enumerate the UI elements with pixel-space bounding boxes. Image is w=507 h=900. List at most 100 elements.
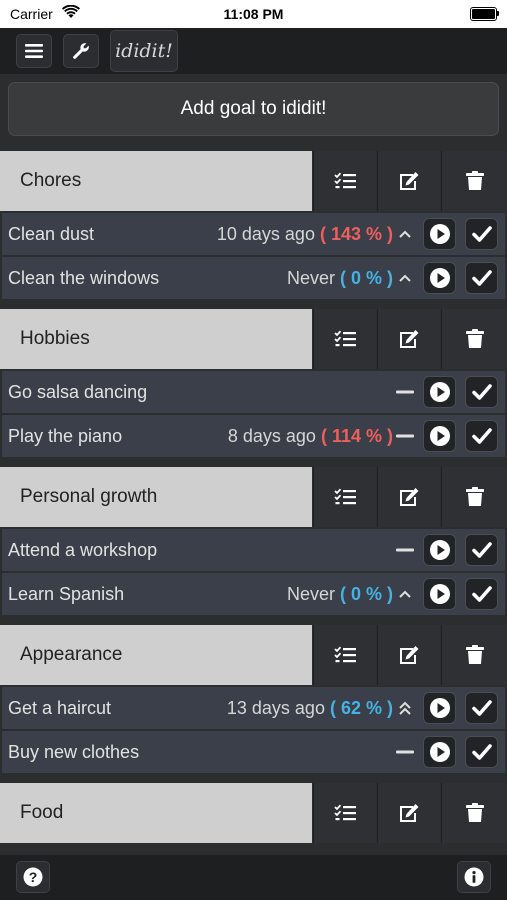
goal-done-button[interactable] [465, 420, 498, 452]
category-header: Food [0, 783, 507, 843]
category-goal-list-button[interactable] [313, 151, 376, 211]
svg-text:?: ? [29, 869, 38, 885]
info-button[interactable] [457, 861, 491, 893]
status-bar: Carrier 11:08 PM [0, 0, 507, 28]
help-button[interactable]: ? [16, 861, 50, 893]
edit-icon [398, 329, 420, 349]
category-delete-button[interactable] [441, 151, 507, 211]
goal-done-button[interactable] [465, 692, 498, 724]
category-title[interactable]: Chores [0, 151, 312, 211]
goal-row[interactable]: Learn Spanish Never ( 0 % ) [2, 573, 505, 615]
goal-last-done: 8 days ago [227, 426, 316, 446]
category-goal-list-button[interactable] [313, 309, 376, 369]
checklist-icon [334, 172, 356, 190]
trend-up-icon [392, 213, 418, 255]
goal-done-button[interactable] [465, 534, 498, 566]
goal-row[interactable]: Clean dust 10 days ago ( 143 % ) [2, 213, 505, 255]
start-goal-button[interactable] [423, 578, 456, 610]
checklist-icon [334, 330, 356, 348]
goal-last-done: Never [286, 268, 335, 288]
info-icon [464, 867, 484, 887]
trash-icon [465, 645, 484, 665]
goal-percent: ( 114 % ) [320, 426, 393, 446]
start-goal-button[interactable] [423, 262, 456, 294]
category-edit-button[interactable] [377, 783, 440, 843]
category-title[interactable]: Hobbies [0, 309, 312, 369]
goal-name: Go salsa dancing [8, 382, 148, 402]
goal-name: Clean the windows [8, 268, 160, 288]
wrench-icon [72, 42, 90, 60]
trash-icon [465, 803, 484, 823]
check-icon [471, 700, 492, 716]
menu-button[interactable] [16, 34, 52, 68]
start-goal-button[interactable] [423, 692, 456, 724]
category-title[interactable]: Personal growth [0, 467, 312, 527]
checklist-icon [334, 646, 356, 664]
goal-row[interactable]: Attend a workshop [2, 529, 505, 571]
start-goal-button[interactable] [423, 420, 456, 452]
top-toolbar: ididit! [0, 28, 507, 74]
help-icon: ? [23, 867, 43, 887]
category-goal-list-button[interactable] [313, 783, 376, 843]
play-icon [429, 741, 451, 763]
category-title[interactable]: Food [0, 783, 312, 843]
category-delete-button[interactable] [441, 783, 507, 843]
trend-flat-icon [392, 371, 418, 413]
hamburger-menu-icon [25, 43, 43, 59]
edit-icon [398, 487, 420, 507]
goal-row[interactable]: Buy new clothes [2, 731, 505, 773]
goal-percent: ( 143 % ) [319, 224, 393, 244]
category-header: Hobbies [0, 309, 507, 369]
check-icon [471, 542, 492, 558]
category-delete-button[interactable] [441, 467, 507, 527]
category-header: Chores [0, 151, 507, 211]
play-icon [429, 425, 451, 447]
trend-up-icon [392, 573, 418, 615]
category-title[interactable]: Appearance [0, 625, 312, 685]
goal-status: Never ( 0 % ) [287, 573, 393, 615]
trash-icon [465, 171, 484, 191]
goal-name: Attend a workshop [8, 540, 158, 560]
category-edit-button[interactable] [377, 151, 440, 211]
start-goal-button[interactable] [423, 534, 456, 566]
check-icon [471, 270, 492, 286]
start-goal-button[interactable] [423, 376, 456, 408]
category-goal-list-button[interactable] [313, 625, 376, 685]
goal-last-done: 13 days ago [226, 698, 325, 718]
category-header: Appearance [0, 625, 507, 685]
start-goal-button[interactable] [423, 736, 456, 768]
goal-done-button[interactable] [465, 262, 498, 294]
trend-flat-icon [392, 731, 418, 773]
settings-button[interactable] [63, 34, 99, 68]
category-goal-list-button[interactable] [313, 467, 376, 527]
app-logo: ididit! [110, 30, 178, 72]
goal-row[interactable]: Clean the windows Never ( 0 % ) [2, 257, 505, 299]
goal-last-done: 10 days ago [216, 224, 315, 244]
goal-done-button[interactable] [465, 578, 498, 610]
goal-row[interactable]: Go salsa dancing [2, 371, 505, 413]
goal-done-button[interactable] [465, 736, 498, 768]
add-goal-button[interactable]: Add goal to ididit! [8, 82, 499, 136]
checklist-icon [334, 804, 356, 822]
category-delete-button[interactable] [441, 309, 507, 369]
category-edit-button[interactable] [377, 625, 440, 685]
goal-row[interactable]: Get a haircut 13 days ago ( 62 % ) [2, 687, 505, 729]
trend-flat-icon [392, 529, 418, 571]
checklist-icon [334, 488, 356, 506]
edit-icon [398, 803, 420, 823]
play-icon [429, 381, 451, 403]
goal-status: 8 days ago ( 114 % ) [228, 415, 393, 457]
goal-row[interactable]: Play the piano 8 days ago ( 114 % ) [2, 415, 505, 457]
check-icon [471, 744, 492, 760]
goal-last-done: Never [286, 584, 335, 604]
goal-done-button[interactable] [465, 376, 498, 408]
start-goal-button[interactable] [423, 218, 456, 250]
category-header: Personal growth [0, 467, 507, 527]
trend-up-icon [392, 257, 418, 299]
category-delete-button[interactable] [441, 625, 507, 685]
category-edit-button[interactable] [377, 467, 440, 527]
goal-done-button[interactable] [465, 218, 498, 250]
play-icon [429, 539, 451, 561]
play-icon [429, 697, 451, 719]
category-edit-button[interactable] [377, 309, 440, 369]
